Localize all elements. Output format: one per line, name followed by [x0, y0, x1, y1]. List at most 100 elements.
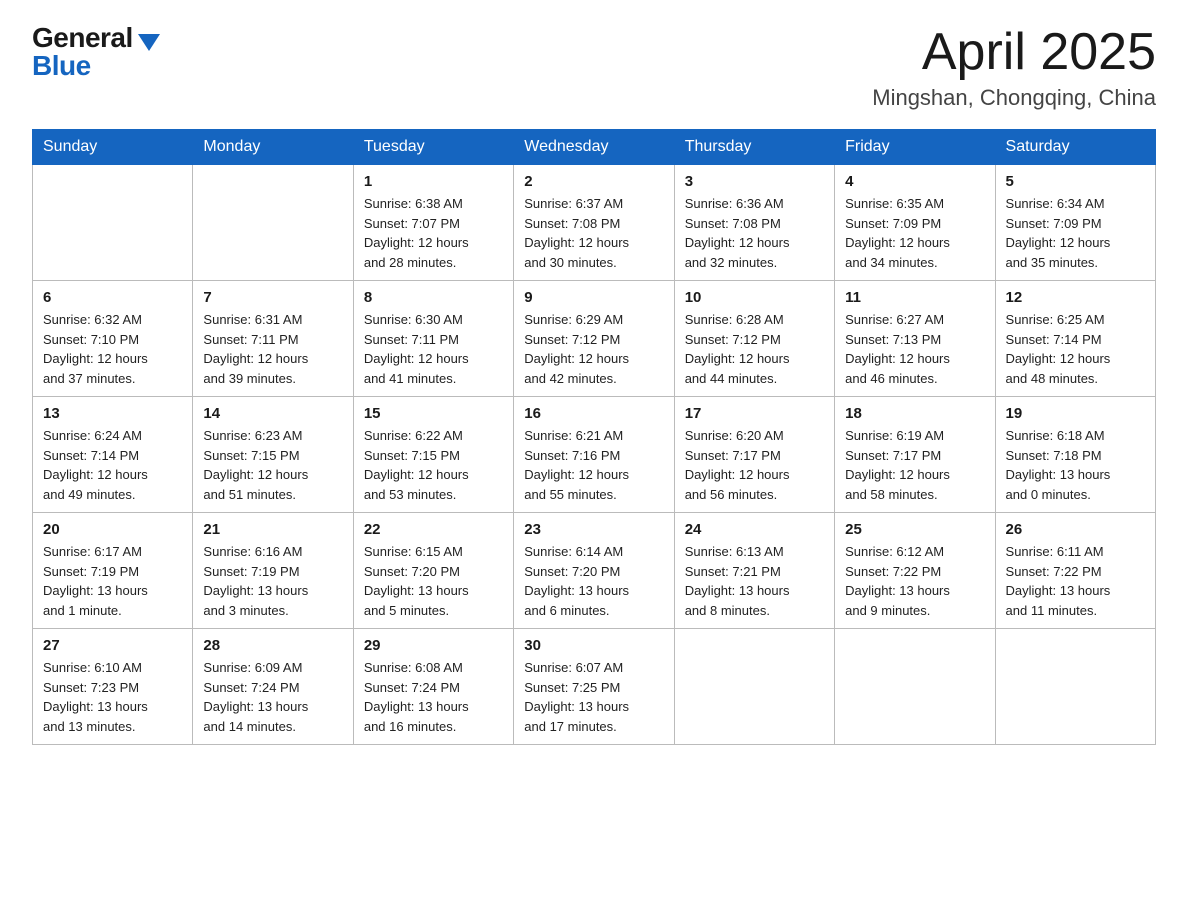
day-number: 23 [524, 521, 663, 538]
day-info: Sunrise: 6:23 AM Sunset: 7:15 PM Dayligh… [203, 426, 342, 504]
logo-general-text: General [32, 24, 133, 52]
day-info: Sunrise: 6:14 AM Sunset: 7:20 PM Dayligh… [524, 542, 663, 620]
weekday-header-sunday: Sunday [33, 130, 193, 165]
day-info: Sunrise: 6:22 AM Sunset: 7:15 PM Dayligh… [364, 426, 503, 504]
calendar-cell: 15 Sunrise: 6:22 AM Sunset: 7:15 PM Dayli… [353, 397, 513, 513]
day-info: Sunrise: 6:29 AM Sunset: 7:12 PM Dayligh… [524, 310, 663, 388]
day-info: Sunrise: 6:17 AM Sunset: 7:19 PM Dayligh… [43, 542, 182, 620]
calendar-cell: 11 Sunrise: 6:27 AM Sunset: 7:13 PM Dayli… [835, 281, 995, 397]
day-info: Sunrise: 6:21 AM Sunset: 7:16 PM Dayligh… [524, 426, 663, 504]
day-info: Sunrise: 6:13 AM Sunset: 7:21 PM Dayligh… [685, 542, 824, 620]
weekday-header-monday: Monday [193, 130, 353, 165]
day-number: 11 [845, 289, 984, 306]
day-number: 5 [1006, 173, 1145, 190]
day-number: 1 [364, 173, 503, 190]
calendar-cell: 26 Sunrise: 6:11 AM Sunset: 7:22 PM Dayli… [995, 513, 1155, 629]
day-info: Sunrise: 6:34 AM Sunset: 7:09 PM Dayligh… [1006, 194, 1145, 272]
day-number: 4 [845, 173, 984, 190]
day-number: 21 [203, 521, 342, 538]
day-number: 25 [845, 521, 984, 538]
logo: General Blue [32, 24, 160, 80]
calendar-cell [33, 165, 193, 281]
weekday-header-saturday: Saturday [995, 130, 1155, 165]
location-title: Mingshan, Chongqing, China [872, 85, 1156, 111]
calendar-cell: 9 Sunrise: 6:29 AM Sunset: 7:12 PM Daylig… [514, 281, 674, 397]
day-number: 3 [685, 173, 824, 190]
day-info: Sunrise: 6:15 AM Sunset: 7:20 PM Dayligh… [364, 542, 503, 620]
day-number: 9 [524, 289, 663, 306]
calendar-table: SundayMondayTuesdayWednesdayThursdayFrid… [32, 129, 1156, 745]
day-number: 24 [685, 521, 824, 538]
day-info: Sunrise: 6:27 AM Sunset: 7:13 PM Dayligh… [845, 310, 984, 388]
day-number: 17 [685, 405, 824, 422]
day-number: 16 [524, 405, 663, 422]
calendar-cell: 21 Sunrise: 6:16 AM Sunset: 7:19 PM Dayli… [193, 513, 353, 629]
weekday-header-thursday: Thursday [674, 130, 834, 165]
day-number: 22 [364, 521, 503, 538]
day-info: Sunrise: 6:09 AM Sunset: 7:24 PM Dayligh… [203, 658, 342, 736]
calendar-cell [193, 165, 353, 281]
calendar-cell: 29Sunrise: 6:08 AM Sunset: 7:24 PM Dayli… [353, 629, 513, 745]
calendar-week-row: 13Sunrise: 6:24 AM Sunset: 7:14 PM Dayli… [33, 397, 1156, 513]
weekday-header-wednesday: Wednesday [514, 130, 674, 165]
day-info: Sunrise: 6:11 AM Sunset: 7:22 PM Dayligh… [1006, 542, 1145, 620]
calendar-cell: 30 Sunrise: 6:07 AM Sunset: 7:25 PM Dayli… [514, 629, 674, 745]
calendar-week-row: 1 Sunrise: 6:38 AM Sunset: 7:07 PM Daylig… [33, 165, 1156, 281]
day-number: 28 [203, 637, 342, 654]
calendar-cell: 14 Sunrise: 6:23 AM Sunset: 7:15 PM Dayli… [193, 397, 353, 513]
day-info: Sunrise: 6:31 AM Sunset: 7:11 PM Dayligh… [203, 310, 342, 388]
logo-blue-text: Blue [32, 52, 91, 80]
day-number: 26 [1006, 521, 1145, 538]
calendar-cell: 10Sunrise: 6:28 AM Sunset: 7:12 PM Dayli… [674, 281, 834, 397]
day-info: Sunrise: 6:35 AM Sunset: 7:09 PM Dayligh… [845, 194, 984, 272]
calendar-cell [674, 629, 834, 745]
day-info: Sunrise: 6:08 AM Sunset: 7:24 PM Dayligh… [364, 658, 503, 736]
day-number: 15 [364, 405, 503, 422]
day-number: 30 [524, 637, 663, 654]
calendar-cell: 13Sunrise: 6:24 AM Sunset: 7:14 PM Dayli… [33, 397, 193, 513]
day-number: 7 [203, 289, 342, 306]
day-info: Sunrise: 6:28 AM Sunset: 7:12 PM Dayligh… [685, 310, 824, 388]
calendar-week-row: 27 Sunrise: 6:10 AM Sunset: 7:23 PM Dayli… [33, 629, 1156, 745]
title-block: April 2025 Mingshan, Chongqing, China [872, 24, 1156, 111]
day-info: Sunrise: 6:19 AM Sunset: 7:17 PM Dayligh… [845, 426, 984, 504]
calendar-header-row: SundayMondayTuesdayWednesdayThursdayFrid… [33, 130, 1156, 165]
calendar-cell: 6 Sunrise: 6:32 AM Sunset: 7:10 PM Daylig… [33, 281, 193, 397]
day-number: 20 [43, 521, 182, 538]
calendar-cell: 20 Sunrise: 6:17 AM Sunset: 7:19 PM Dayli… [33, 513, 193, 629]
calendar-cell: 1 Sunrise: 6:38 AM Sunset: 7:07 PM Daylig… [353, 165, 513, 281]
calendar-cell: 2 Sunrise: 6:37 AM Sunset: 7:08 PM Daylig… [514, 165, 674, 281]
day-info: Sunrise: 6:25 AM Sunset: 7:14 PM Dayligh… [1006, 310, 1145, 388]
calendar-cell: 18 Sunrise: 6:19 AM Sunset: 7:17 PM Dayli… [835, 397, 995, 513]
day-info: Sunrise: 6:20 AM Sunset: 7:17 PM Dayligh… [685, 426, 824, 504]
day-number: 8 [364, 289, 503, 306]
day-info: Sunrise: 6:12 AM Sunset: 7:22 PM Dayligh… [845, 542, 984, 620]
calendar-cell: 4 Sunrise: 6:35 AM Sunset: 7:09 PM Daylig… [835, 165, 995, 281]
day-info: Sunrise: 6:32 AM Sunset: 7:10 PM Dayligh… [43, 310, 182, 388]
calendar-cell: 7 Sunrise: 6:31 AM Sunset: 7:11 PM Daylig… [193, 281, 353, 397]
day-info: Sunrise: 6:30 AM Sunset: 7:11 PM Dayligh… [364, 310, 503, 388]
weekday-header-tuesday: Tuesday [353, 130, 513, 165]
day-info: Sunrise: 6:16 AM Sunset: 7:19 PM Dayligh… [203, 542, 342, 620]
month-title: April 2025 [872, 24, 1156, 81]
day-info: Sunrise: 6:37 AM Sunset: 7:08 PM Dayligh… [524, 194, 663, 272]
calendar-week-row: 6 Sunrise: 6:32 AM Sunset: 7:10 PM Daylig… [33, 281, 1156, 397]
calendar-cell: 16 Sunrise: 6:21 AM Sunset: 7:16 PM Dayli… [514, 397, 674, 513]
day-number: 6 [43, 289, 182, 306]
day-number: 13 [43, 405, 182, 422]
day-number: 14 [203, 405, 342, 422]
day-number: 18 [845, 405, 984, 422]
day-number: 27 [43, 637, 182, 654]
calendar-cell [995, 629, 1155, 745]
day-info: Sunrise: 6:10 AM Sunset: 7:23 PM Dayligh… [43, 658, 182, 736]
logo-triangle-icon [138, 34, 160, 51]
page-header: General Blue April 2025 Mingshan, Chongq… [32, 24, 1156, 111]
day-number: 2 [524, 173, 663, 190]
day-info: Sunrise: 6:38 AM Sunset: 7:07 PM Dayligh… [364, 194, 503, 272]
calendar-cell: 24 Sunrise: 6:13 AM Sunset: 7:21 PM Dayli… [674, 513, 834, 629]
day-info: Sunrise: 6:07 AM Sunset: 7:25 PM Dayligh… [524, 658, 663, 736]
calendar-cell: 25 Sunrise: 6:12 AM Sunset: 7:22 PM Dayli… [835, 513, 995, 629]
calendar-week-row: 20 Sunrise: 6:17 AM Sunset: 7:19 PM Dayli… [33, 513, 1156, 629]
calendar-cell: 19Sunrise: 6:18 AM Sunset: 7:18 PM Dayli… [995, 397, 1155, 513]
day-number: 19 [1006, 405, 1145, 422]
